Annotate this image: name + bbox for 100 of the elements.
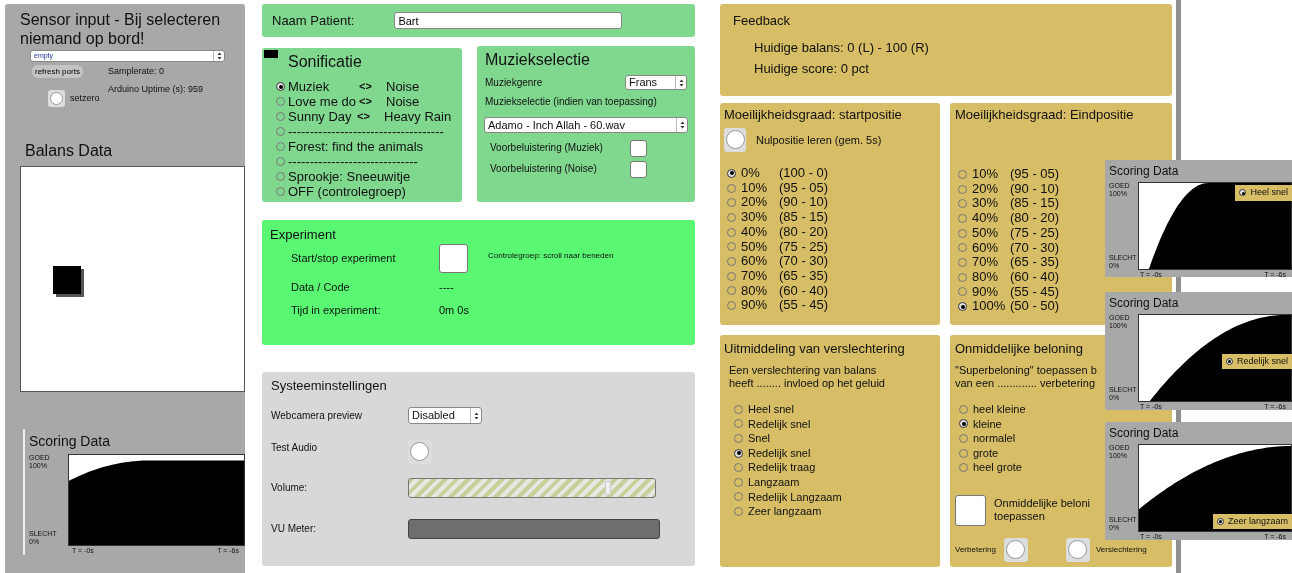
option-label: kleine <box>973 416 1002 432</box>
checkbox[interactable] <box>955 494 986 526</box>
option-label: 10% <box>972 167 1000 182</box>
description-text: Een verslechtering van balans heeft ........ invloed op het geluid <box>729 364 886 390</box>
updown-arrow-icon <box>680 121 685 129</box>
option-label: (80 - 20) <box>1010 211 1060 226</box>
option-label: Heavy Rain <box>384 109 452 124</box>
legend-badge: Heel snel <box>1235 185 1292 201</box>
webcam-dropdown[interactable]: Disabled <box>408 407 482 424</box>
option-label: (65 - 35) <box>1010 255 1060 270</box>
name-field[interactable]: Bart <box>394 12 623 29</box>
panel-title: Moeilijkheidsgraad: Eindpositie <box>955 107 1135 122</box>
option-label: (70 - 30) <box>1010 240 1060 256</box>
checkbox-label: Voorbeluistering (Muziek) <box>490 142 604 154</box>
checkbox[interactable] <box>630 160 647 178</box>
uptime-text: Arduino Uptime (s): 959 <box>107 82 203 96</box>
option-label: Langzaam <box>748 474 800 490</box>
option-label: (55 - 45) <box>779 298 829 314</box>
radio-button[interactable] <box>959 419 968 429</box>
slider-thumb[interactable] <box>605 481 612 495</box>
updown-arrow-icon <box>474 411 479 420</box>
panel-title: Muziekselectie <box>485 50 591 69</box>
toggle-button[interactable] <box>1065 537 1090 562</box>
option-label: 10% <box>741 180 769 196</box>
refresh-button[interactable]: refresh ports <box>32 65 83 78</box>
option-label: 90% <box>741 298 769 314</box>
field-label: Start/stop experiment <box>291 252 397 265</box>
option-label: 40% <box>972 211 1000 226</box>
option-label: (85 - 15) <box>1010 196 1060 212</box>
option-label: (70 - 30) <box>779 254 829 269</box>
radio-button[interactable] <box>734 448 743 458</box>
value-text: ---- <box>439 281 454 294</box>
option-label: 70% <box>741 268 769 284</box>
radio-button[interactable] <box>727 168 736 178</box>
radio-button[interactable] <box>1216 517 1224 525</box>
value-text: 0m 0s <box>439 304 469 317</box>
checkbox-label: Voorbeluistering (Noise) <box>490 163 598 175</box>
option-label: (85 - 15) <box>779 210 829 225</box>
option-label: (75 - 25) <box>1010 225 1060 241</box>
panel-title: Sonificatie <box>288 52 363 71</box>
info-text: Huidige score: 0 pct <box>754 61 870 76</box>
option-label: Redelijk snel <box>748 416 811 432</box>
option-label: (80 - 20) <box>779 224 829 240</box>
toggle-button[interactable] <box>48 90 65 107</box>
toggle-button[interactable] <box>724 128 746 152</box>
option-label: normalel <box>973 431 1016 446</box>
radio-button[interactable] <box>1239 189 1247 197</box>
field-label: VU Meter: <box>271 523 317 535</box>
checkbox[interactable] <box>439 244 468 273</box>
option-label: OFF (controlegroep) <box>288 184 406 199</box>
song-dropdown[interactable]: Adamo - Inch Allah - 60.wav <box>484 117 688 133</box>
field-label: Volume: <box>271 482 309 494</box>
panel-title: Onmiddelijke beloning <box>955 341 1084 356</box>
option-label: 90% <box>972 284 1000 300</box>
panel-title: Scoring Data <box>1108 163 1180 180</box>
genre-dropdown[interactable]: Frans <box>625 75 687 90</box>
option-label: 60% <box>972 240 1000 256</box>
panel-title: Moeilijkheidsgraad: startpositie <box>724 107 903 122</box>
option-label: 70% <box>972 255 1000 270</box>
field-label: Data / Code <box>291 281 351 294</box>
slider-track[interactable] <box>408 478 656 498</box>
panel-title: Systeeminstellingen <box>271 378 388 393</box>
radio-button[interactable] <box>958 302 967 312</box>
option-label: 80% <box>972 269 1000 285</box>
option-label: 20% <box>972 181 1000 197</box>
option-label: 30% <box>972 196 1000 212</box>
option-label: (90 - 10) <box>779 195 829 211</box>
option-label: 20% <box>741 195 769 211</box>
description-text: "Superbeloning" toepassen b van een ............. verbetering <box>955 364 1097 390</box>
option-label: (50 - 50) <box>1010 299 1060 315</box>
panel-title: Sensor input - Bij selecteren niemand op bord! <box>19 10 222 48</box>
toggle-label: Verbetering <box>955 543 996 556</box>
balance-marker <box>53 266 81 294</box>
field-label: Muziekselectie (indien van toepassing) <box>485 96 658 108</box>
option-label: Redelijk Langzaam <box>748 489 842 505</box>
option-label: 40% <box>741 224 769 240</box>
option-label: Muziek <box>288 79 331 94</box>
option-label: Noise <box>386 79 420 94</box>
panel-title: Feedback <box>733 13 792 28</box>
toggle-button[interactable] <box>1003 537 1028 562</box>
option-label: Redelijk traag <box>748 460 816 475</box>
option-label: heel kleine <box>973 402 1026 417</box>
marker-icon <box>264 50 278 58</box>
option-label: Sunny Day <box>288 109 353 124</box>
option-label: (75 - 25) <box>779 239 829 255</box>
toggle-button[interactable] <box>408 440 432 464</box>
arrow-symbol: <> <box>359 79 373 94</box>
radio-button[interactable] <box>1225 357 1233 365</box>
option-label: 80% <box>741 283 769 299</box>
option-label: 50% <box>972 225 1000 241</box>
checkbox-label: Onmiddelijke beloni toepassen <box>994 497 1090 524</box>
option-label: (90 - 10) <box>1010 181 1060 197</box>
option-label: (60 - 40) <box>779 283 829 299</box>
option-label: Snel <box>748 431 771 446</box>
field-label: Muziekgenre <box>485 76 543 89</box>
option-label: (55 - 45) <box>1010 284 1060 300</box>
toggle-label: Verslechtering <box>1095 543 1147 556</box>
panel-title: Scoring Data <box>28 432 111 451</box>
radio-button[interactable] <box>276 82 285 91</box>
checkbox[interactable] <box>630 139 647 157</box>
